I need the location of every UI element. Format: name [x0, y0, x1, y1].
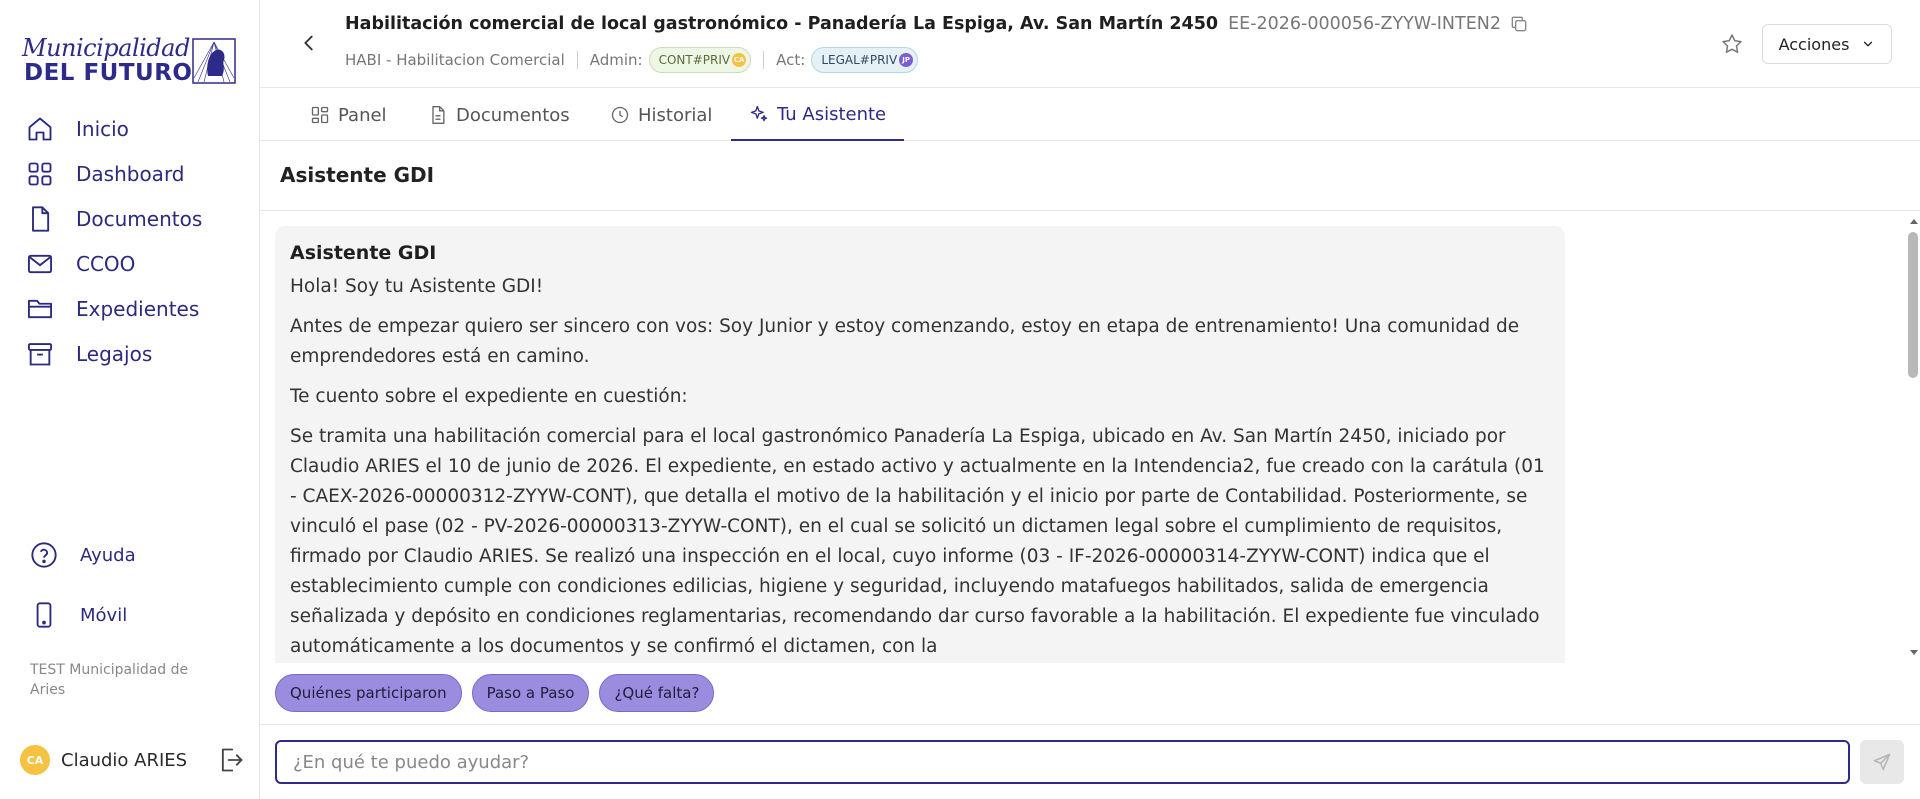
suggestion-que-falta[interactable]: ¿Qué falta? — [599, 674, 715, 712]
logo-emblem-icon — [192, 38, 236, 84]
message-paragraph: Se tramita una habilitación comercial pa… — [290, 426, 1545, 657]
logo-script-text: Municipalidad — [22, 34, 190, 62]
divider — [260, 724, 1920, 725]
document-icon — [32, 205, 50, 232]
act-chip-badge: JP — [899, 53, 914, 67]
nav-item-documentos[interactable]: Documentos — [0, 196, 260, 241]
mobile-label: Móvil — [80, 604, 128, 626]
admin-chip-label: CONT#PRIV — [658, 53, 731, 67]
send-icon — [1873, 753, 1891, 771]
dashboard-icon — [28, 162, 52, 185]
help-label: Ayuda — [80, 544, 136, 566]
back-arrow-icon[interactable] — [298, 32, 320, 54]
expediente-type: HABI - Habilitacion Comercial — [345, 51, 565, 69]
chat-input[interactable] — [275, 740, 1850, 784]
expediente-code: EE-2026-000056-ZYYW-INTEN2 — [1228, 14, 1501, 34]
sidebar: Municipalidad DEL FUTURO Inicio Dashboar… — [0, 0, 260, 799]
expediente-header: Habilitación comercial de local gastronó… — [260, 0, 1920, 88]
help-icon — [31, 542, 57, 568]
suggestion-chips: Quiénes participaron Paso a Paso ¿Qué fa… — [275, 674, 715, 712]
tab-historial[interactable]: Historial — [610, 89, 712, 141]
tab-label: Documentos — [456, 104, 570, 126]
nav-item-expedientes[interactable]: Expedientes — [0, 286, 260, 331]
municipality-logo[interactable]: Municipalidad DEL FUTURO — [20, 34, 236, 88]
chevron-down-icon — [1864, 41, 1873, 47]
avatar: CA — [20, 745, 50, 775]
user-profile[interactable]: CA Claudio ARIES — [20, 744, 245, 776]
actions-dropdown-button[interactable]: Acciones — [1762, 24, 1892, 64]
main-nav: Inicio Dashboard Documentos CCOO Expedie… — [0, 106, 260, 376]
act-chip[interactable]: LEGAL#PRIV JP — [811, 47, 919, 73]
main-content: Habilitación comercial de local gastronó… — [260, 0, 1920, 799]
nav-item-dashboard[interactable]: Dashboard — [0, 151, 260, 196]
admin-label: Admin: — [589, 51, 643, 69]
admin-chip-badge: CA — [732, 53, 747, 67]
divider — [576, 51, 578, 69]
expediente-meta: HABI - Habilitacion Comercial Admin: CON… — [345, 47, 919, 73]
help-link[interactable]: Ayuda — [0, 535, 260, 575]
act-label: Act: — [776, 51, 806, 69]
tab-documentos[interactable]: Documentos — [428, 89, 570, 141]
copy-icon[interactable] — [1509, 14, 1529, 34]
nav-label: Dashboard — [76, 161, 185, 186]
mobile-link[interactable]: Móvil — [0, 595, 260, 635]
suggestion-paso-a-paso[interactable]: Paso a Paso — [471, 674, 590, 712]
logout-icon[interactable] — [217, 746, 245, 774]
tab-bar: Panel Documentos Historial Tu Asistente — [260, 89, 1920, 141]
tab-tu-asistente[interactable]: Tu Asistente — [731, 89, 905, 141]
nav-label: Inicio — [76, 116, 129, 141]
chat-messages[interactable]: Asistente GDI Hola! Soy tu Asistente GDI… — [260, 211, 1920, 663]
nav-label: CCOO — [76, 251, 136, 276]
divider — [763, 51, 765, 69]
panel-icon — [311, 106, 329, 124]
send-button[interactable] — [1860, 740, 1904, 784]
tab-label: Tu Asistente — [777, 103, 887, 125]
tab-label: Panel — [338, 104, 387, 126]
suggestion-quienes-participaron[interactable]: Quiénes participaron — [275, 674, 462, 712]
home-icon — [28, 117, 52, 140]
actions-label: Acciones — [1778, 34, 1850, 54]
star-icon[interactable] — [1720, 32, 1744, 56]
admin-chip[interactable]: CONT#PRIV CA — [648, 47, 752, 73]
message-sender: Asistente GDI — [290, 242, 437, 264]
nav-item-inicio[interactable]: Inicio — [0, 106, 260, 151]
nav-label: Legajos — [76, 341, 153, 366]
nav-label: Expedientes — [76, 296, 200, 321]
sparkle-icon — [750, 105, 768, 122]
nav-label: Documentos — [76, 206, 203, 231]
assistant-section-title: Asistente GDI — [280, 163, 435, 187]
message-paragraph: Te cuento sobre el expediente en cuestió… — [290, 386, 688, 407]
tab-label: Historial — [638, 104, 713, 126]
mobile-phone-icon — [36, 602, 52, 628]
mail-icon — [27, 254, 53, 273]
nav-item-ccoo[interactable]: CCOO — [0, 241, 260, 286]
archive-icon — [27, 342, 53, 365]
message-paragraph: Hola! Soy tu Asistente GDI! — [290, 276, 544, 297]
nav-item-legajos[interactable]: Legajos — [0, 331, 260, 376]
organization-name: TEST Municipalidad de Aries — [30, 662, 189, 698]
folder-icon — [27, 299, 53, 318]
user-name: Claudio ARIES — [61, 749, 188, 771]
message-paragraph: Antes de empezar quiero ser sincero con … — [290, 316, 1520, 367]
title-line: Habilitación comercial de local gastronó… — [345, 14, 1529, 34]
act-chip-label: LEGAL#PRIV — [821, 53, 898, 67]
page-title: Habilitación comercial de local gastronó… — [345, 14, 1219, 34]
document-icon — [432, 106, 445, 125]
scroll-up-arrow-icon[interactable] — [1909, 216, 1919, 226]
logo-bold-text: DEL FUTURO — [24, 60, 193, 86]
scroll-down-arrow-icon[interactable] — [1909, 648, 1919, 658]
tab-panel[interactable]: Panel — [310, 89, 387, 141]
scrollbar-thumb[interactable] — [1908, 232, 1918, 378]
assistant-message: Asistente GDI Hola! Soy tu Asistente GDI… — [275, 226, 1565, 663]
clock-icon — [611, 106, 629, 124]
